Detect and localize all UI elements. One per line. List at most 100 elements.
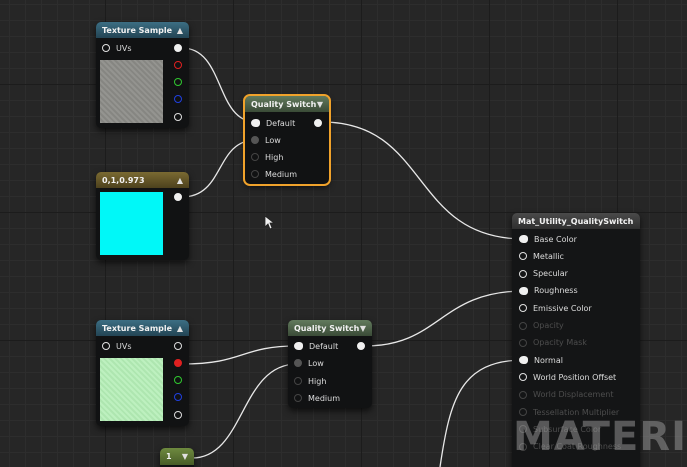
pin-label: Default [309,341,339,351]
input-pin-icon[interactable] [519,373,527,382]
wire-qs2-to-roughness [364,290,525,347]
pin-label: Low [308,358,324,368]
input-pin-icon[interactable] [519,390,527,399]
input-pin-icon[interactable] [102,44,110,52]
collapse-arrow-icon[interactable]: ▲ [177,26,183,35]
collapse-arrow-icon[interactable]: ▼ [317,100,323,109]
pin-label: UVs [116,341,132,351]
output-g-pin[interactable] [174,376,182,384]
quality-switch-node-1[interactable]: Quality Switch ▼ Default Low High Medium [243,94,331,186]
texture-thumbnail [100,60,163,123]
pin-high[interactable]: High [294,375,326,387]
input-pin-icon[interactable] [294,359,302,367]
pin-medium[interactable]: Medium [294,392,340,404]
material-input-specular[interactable]: Specular [519,268,568,280]
output-pin[interactable] [174,193,182,201]
texture-sample-node-2[interactable]: Texture Sample ▲ UVs [96,320,189,426]
input-pin-icon[interactable] [519,235,528,243]
material-input-normal[interactable]: Normal [519,354,563,366]
material-input-opacity[interactable]: Opacity [519,320,564,332]
pin-label: Metallic [533,251,564,261]
pin-label: Emissive Color [533,303,592,313]
collapse-arrow-icon[interactable]: ▲ [177,324,183,333]
input-pin-icon[interactable] [519,252,527,261]
node-title: Mat_Utility_QualitySwitch [518,216,634,226]
material-input-world-position-offset[interactable]: World Position Offset [519,371,616,383]
texture-thumbnail [100,358,163,421]
material-input-emissive-color[interactable]: Emissive Color [519,302,592,314]
pin-uvs[interactable]: UVs [102,42,132,54]
input-pin-icon[interactable] [294,377,302,385]
pin-uvs[interactable]: UVs [102,340,132,352]
input-pin-icon[interactable] [519,269,527,278]
output-rgb-pin[interactable] [174,342,182,350]
texture-sample-node-1[interactable]: Texture Sample ▲ UVs [96,22,189,128]
input-pin-icon[interactable] [519,338,527,347]
material-input-world-displacement[interactable]: World Displacement [519,389,613,401]
input-pin-icon[interactable] [519,356,528,365]
node-title: 0,1,0.973 [102,175,145,185]
pin-label: High [308,376,327,386]
pin-label: World Displacement [533,390,614,400]
material-watermark: MATERIAL [513,414,687,460]
material-input-opacity-mask[interactable]: Opacity Mask [519,337,587,349]
output-a-pin[interactable] [174,411,182,419]
material-input-roughness[interactable]: Roughness [519,285,578,297]
output-r-pin[interactable] [174,359,182,367]
input-pin-icon[interactable] [294,394,302,402]
pin-label: Normal [534,355,563,365]
output-pin[interactable] [314,119,322,127]
input-pin-icon[interactable] [251,119,260,127]
output-b-pin[interactable] [174,95,182,103]
node-header[interactable]: 1 ▼ [160,448,194,465]
collapse-arrow-icon[interactable]: ▲ [177,176,183,185]
material-input-metallic[interactable]: Metallic [519,250,564,262]
material-input-base-color[interactable]: Base Color [519,233,577,245]
node-header[interactable]: Texture Sample ▲ [96,22,189,38]
collapse-arrow-icon[interactable]: ▼ [360,324,366,333]
node-header[interactable]: Mat_Utility_QualitySwitch [512,213,640,229]
collapse-arrow-icon[interactable]: ▼ [182,452,188,461]
output-pin[interactable] [357,342,365,350]
input-pin-icon[interactable] [519,286,528,295]
constant3-vector-node[interactable]: 0,1,0.973 ▲ [96,172,189,260]
pin-high[interactable]: High [251,151,283,163]
node-header[interactable]: Quality Switch ▼ [288,320,372,336]
node-title: Texture Sample [102,323,173,333]
input-pin-icon[interactable] [251,136,259,144]
output-r-pin[interactable] [174,61,182,69]
color-swatch [100,192,163,255]
constant-scalar-node[interactable]: 1 ▼ [160,448,194,467]
input-pin-icon[interactable] [519,304,527,313]
pin-label: Opacity [533,321,564,330]
pin-default[interactable]: Default [251,117,295,129]
output-b-pin[interactable] [174,393,182,401]
quality-switch-node-2[interactable]: Quality Switch ▼ Default Low High Medium [288,320,372,408]
output-g-pin[interactable] [174,78,182,86]
pin-label: Specular [533,269,568,279]
pin-medium[interactable]: Medium [251,168,297,180]
input-pin-icon[interactable] [251,170,259,178]
pin-default[interactable]: Default [294,340,338,352]
pin-label: Base Color [534,234,577,244]
node-header[interactable]: Texture Sample ▲ [96,320,189,336]
mouse-cursor-icon [265,216,275,230]
pin-label: Default [266,118,296,128]
pin-label: Medium [265,169,297,179]
node-header[interactable]: 0,1,0.973 ▲ [96,172,189,188]
pin-low[interactable]: Low [251,134,281,146]
pin-label: Opacity Mask [533,338,587,348]
node-title: Quality Switch [251,99,317,109]
pin-label: Medium [308,393,340,403]
input-pin-icon[interactable] [251,153,259,161]
pin-label: Low [265,135,281,145]
node-header[interactable]: Quality Switch ▼ [245,96,329,112]
node-title: Texture Sample [102,25,173,35]
output-rgb-pin[interactable] [174,44,182,52]
pin-low[interactable]: Low [294,357,324,369]
input-pin-icon[interactable] [102,342,110,350]
input-pin-icon[interactable] [519,321,527,330]
output-a-pin[interactable] [174,113,182,121]
input-pin-icon[interactable] [294,342,303,350]
wire-qs1-to-base-color [321,121,525,240]
